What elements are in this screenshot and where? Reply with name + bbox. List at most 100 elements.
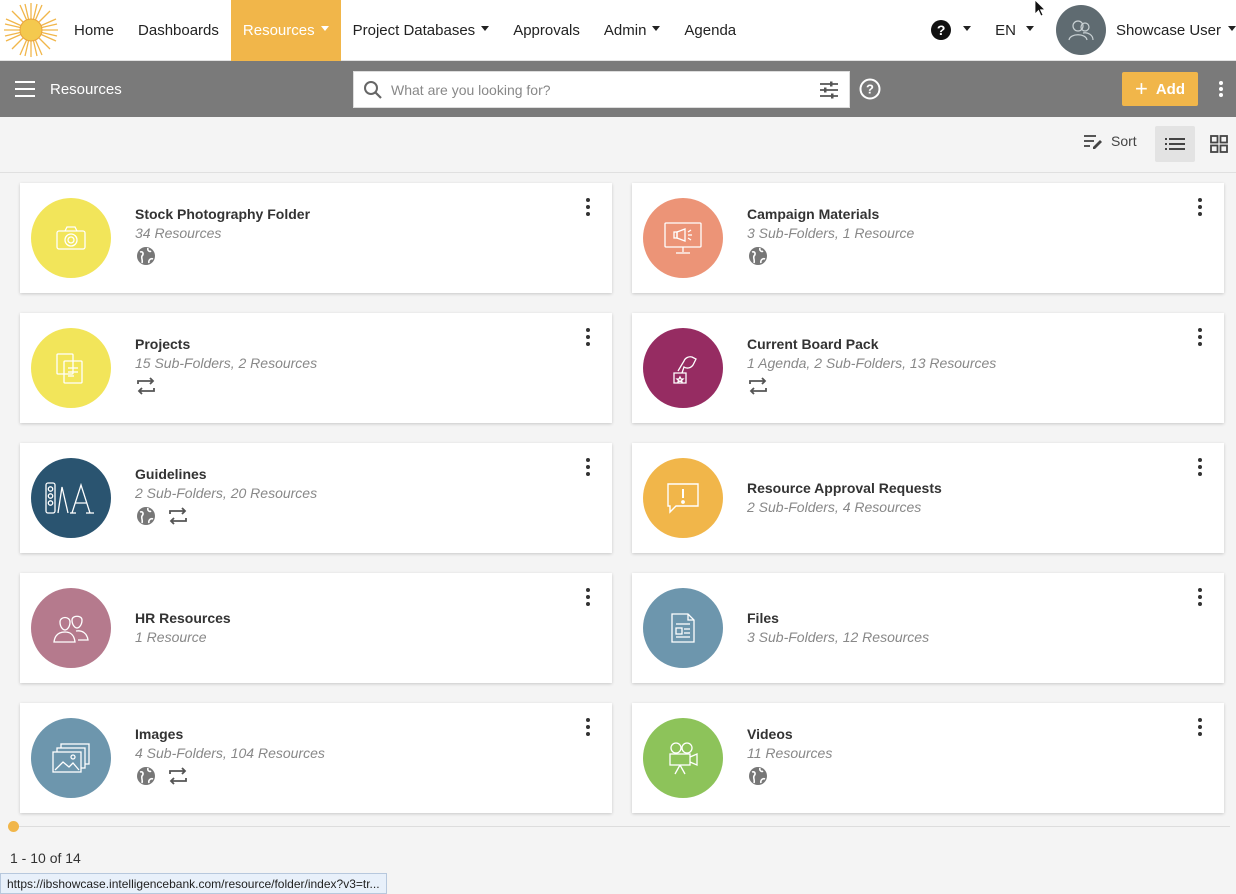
globe-icon bbox=[137, 507, 155, 525]
chevron-down-icon bbox=[652, 25, 661, 31]
card-more-options-icon[interactable] bbox=[1196, 198, 1204, 216]
sync-icon bbox=[169, 507, 187, 525]
nav-approvals-label: Approvals bbox=[513, 21, 580, 39]
folder-subtitle: 11 Resources bbox=[747, 745, 833, 761]
sync-icon bbox=[749, 377, 767, 395]
plus-icon: + bbox=[1134, 76, 1148, 101]
nav-project-databases[interactable]: Project Databases bbox=[341, 0, 502, 61]
folder-card[interactable]: Projects 15 Sub-Folders, 2 Resources bbox=[20, 313, 612, 423]
folder-title[interactable]: Files bbox=[747, 610, 779, 626]
card-more-options-icon[interactable] bbox=[1196, 458, 1204, 476]
folder-thumbnail bbox=[31, 198, 111, 278]
folder-title[interactable]: Stock Photography Folder bbox=[135, 206, 310, 222]
sort-button[interactable]: Sort bbox=[1083, 133, 1137, 149]
card-more-options-icon[interactable] bbox=[584, 328, 592, 346]
card-more-options-icon[interactable] bbox=[1196, 718, 1204, 736]
search-icon bbox=[364, 80, 382, 99]
folder-title[interactable]: Guidelines bbox=[135, 466, 207, 482]
nav-resources-label: Resources bbox=[242, 21, 315, 39]
filter-sliders-icon[interactable] bbox=[819, 81, 839, 99]
folder-title[interactable]: Current Board Pack bbox=[747, 336, 878, 352]
nav-dashboards[interactable]: Dashboards bbox=[126, 0, 231, 61]
list-view-icon bbox=[1165, 138, 1185, 150]
folder-card[interactable]: Campaign Materials 3 Sub-Folders, 1 Reso… bbox=[632, 183, 1224, 293]
language-selector[interactable]: EN bbox=[995, 22, 1034, 39]
folder-title[interactable]: Resource Approval Requests bbox=[747, 480, 942, 496]
add-button-label: Add bbox=[1155, 80, 1186, 98]
people-icon bbox=[53, 615, 89, 643]
folder-card[interactable]: Stock Photography Folder 34 Resources bbox=[20, 183, 612, 293]
nav-resources[interactable]: Resources bbox=[230, 0, 341, 61]
list-view-button[interactable] bbox=[1155, 126, 1195, 162]
globe-icon bbox=[137, 247, 155, 265]
menu-icon[interactable] bbox=[15, 81, 35, 97]
folder-thumbnail bbox=[643, 458, 723, 538]
folder-thumbnail bbox=[31, 588, 111, 668]
alert-chat-icon bbox=[667, 483, 699, 514]
folder-card[interactable]: HR Resources 1 Resource bbox=[20, 573, 612, 683]
sync-icon bbox=[137, 377, 155, 395]
grid-view-icon bbox=[1210, 135, 1228, 153]
sun-logo-icon[interactable] bbox=[0, 0, 62, 61]
documents-icon bbox=[56, 353, 83, 384]
sync-icon bbox=[169, 767, 187, 785]
folder-thumbnail bbox=[643, 718, 723, 798]
chevron-down-icon bbox=[1228, 25, 1236, 31]
folder-thumbnail bbox=[643, 328, 723, 408]
folder-subtitle: 1 Resource bbox=[135, 629, 207, 645]
nav-home[interactable]: Home bbox=[62, 0, 126, 61]
folder-subtitle: 2 Sub-Folders, 20 Resources bbox=[135, 485, 318, 501]
card-more-options-icon[interactable] bbox=[1196, 588, 1204, 606]
folder-card[interactable]: Images 4 Sub-Folders, 104 Resources bbox=[20, 703, 612, 813]
file-icon bbox=[671, 613, 695, 643]
add-button[interactable]: + Add bbox=[1122, 72, 1198, 106]
pagination-handle[interactable] bbox=[8, 821, 19, 832]
globe-icon bbox=[749, 247, 767, 265]
folder-subtitle: 34 Resources bbox=[135, 225, 222, 241]
nav-admin[interactable]: Admin bbox=[592, 0, 673, 61]
folder-title[interactable]: HR Resources bbox=[135, 610, 231, 626]
breadcrumb: Resources bbox=[50, 80, 122, 98]
nav-agenda[interactable]: Agenda bbox=[672, 0, 748, 61]
chevron-down-icon bbox=[1025, 25, 1034, 31]
avatar[interactable] bbox=[1055, 5, 1106, 55]
video-camera-icon bbox=[669, 742, 698, 775]
folder-card[interactable]: Files 3 Sub-Folders, 12 Resources bbox=[632, 573, 1224, 683]
user-menu[interactable]: Showcase User bbox=[1116, 22, 1236, 39]
camera-icon bbox=[56, 226, 86, 250]
folder-title[interactable]: Projects bbox=[135, 336, 190, 352]
help-circle-icon[interactable]: ? bbox=[859, 78, 881, 100]
nav-admin-label: Admin bbox=[603, 21, 647, 39]
card-more-options-icon[interactable] bbox=[584, 458, 592, 476]
card-more-options-icon[interactable] bbox=[584, 588, 592, 606]
chevron-down-icon bbox=[963, 25, 972, 31]
language-label: EN bbox=[995, 21, 1016, 39]
folder-subtitle: 15 Sub-Folders, 2 Resources bbox=[135, 355, 318, 371]
folder-thumbnail bbox=[31, 718, 111, 798]
status-bar-url: https://ibshowcase.intelligencebank.com/… bbox=[0, 873, 387, 894]
hand-vote-icon bbox=[673, 356, 697, 384]
folder-title[interactable]: Images bbox=[135, 726, 183, 742]
pagination-track bbox=[8, 821, 1230, 832]
folder-thumbnail bbox=[643, 588, 723, 668]
folder-title[interactable]: Videos bbox=[747, 726, 793, 742]
help-menu[interactable]: ? bbox=[931, 20, 972, 40]
card-more-options-icon[interactable] bbox=[584, 198, 592, 216]
folder-card[interactable]: Current Board Pack 1 Agenda, 2 Sub-Folde… bbox=[632, 313, 1224, 423]
nav-approvals[interactable]: Approvals bbox=[501, 0, 592, 61]
more-options-icon[interactable] bbox=[1218, 81, 1224, 97]
folder-card[interactable]: Guidelines 2 Sub-Folders, 20 Resources bbox=[20, 443, 612, 553]
monitor-megaphone-icon bbox=[664, 222, 702, 254]
folder-thumbnail bbox=[31, 458, 111, 538]
card-more-options-icon[interactable] bbox=[584, 718, 592, 736]
question-icon: ? bbox=[931, 20, 952, 40]
folder-subtitle: 2 Sub-Folders, 4 Resources bbox=[747, 499, 922, 515]
view-options-bar: Sort bbox=[0, 117, 1236, 173]
folder-card[interactable]: Videos 11 Resources bbox=[632, 703, 1224, 813]
grid-view-button[interactable] bbox=[1206, 126, 1232, 162]
nav-agenda-label: Agenda bbox=[684, 21, 737, 39]
folder-title[interactable]: Campaign Materials bbox=[747, 206, 879, 222]
card-more-options-icon[interactable] bbox=[1196, 328, 1204, 346]
search-input[interactable] bbox=[391, 81, 819, 98]
folder-card[interactable]: Resource Approval Requests 2 Sub-Folders… bbox=[632, 443, 1224, 553]
